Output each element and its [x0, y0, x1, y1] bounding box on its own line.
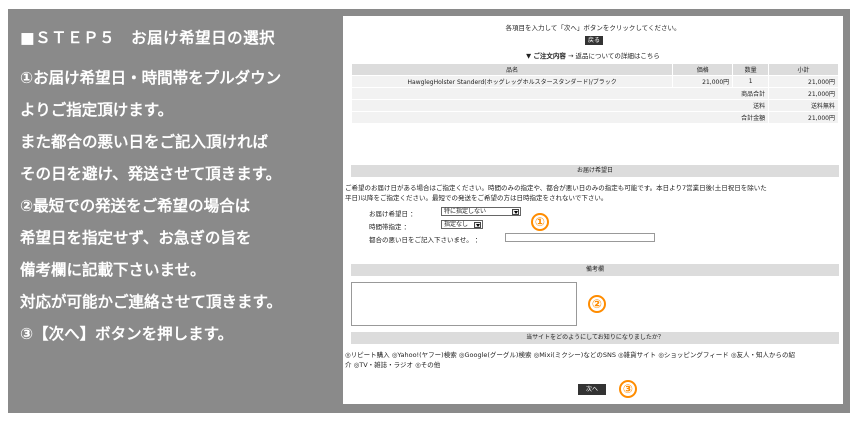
summary-row: 合計金額 21,000円: [350, 111, 839, 124]
instruction-line: ③【次へ】ボタンを押します。: [20, 325, 234, 343]
header-qty: 数量: [732, 63, 770, 76]
delivery-heading: お届け希望日: [351, 165, 839, 177]
step-title: ■ＳＴＥＰ５ お届け希望日の選択: [20, 29, 276, 47]
bad-day-input[interactable]: [505, 233, 655, 242]
bad-day-label: 都合の悪い日をご記入下さいませ。 ：: [369, 236, 482, 244]
summary-label: 合計金額: [350, 111, 770, 124]
left-instructions: ■ＳＴＥＰ５ お届け希望日の選択 ①お届け希望日・時間帯をプルダウン よりご指定…: [8, 9, 338, 413]
return-policy-link[interactable]: → 返品についての詳細はこちら: [568, 52, 660, 60]
item-name: HawglegHolster Standerd(ホッグレッグホルスタースタンダー…: [350, 75, 674, 88]
summary-value: 21,000円: [768, 111, 839, 124]
instruction-line: また都合の悪い日をご記入頂ければ: [20, 133, 269, 151]
summary-value: 送料無料: [768, 99, 839, 112]
survey-options[interactable]: ◎リピート購入 ◎Yahoo!(ヤフー)検索 ◎Google(グーグル)検索 ◎…: [345, 349, 841, 359]
dropdown-arrow-icon: [512, 209, 519, 215]
instruction-panel: ■ＳＴＥＰ５ お届け希望日の選択 ①お届け希望日・時間帯をプルダウン よりご指定…: [8, 9, 850, 413]
survey-options[interactable]: 介 ◎TV・雑誌・ラジオ ◎その他: [345, 359, 841, 369]
time-label: 時間帯指定 ：: [369, 223, 411, 231]
item-qty: 1: [732, 75, 770, 88]
table-row: HawglegHolster Standerd(ホッグレッグホルスタースタンダー…: [350, 75, 839, 88]
survey-heading: 当サイトをどのようにしてお知りになりましたか？: [351, 332, 839, 344]
delivery-time-select[interactable]: 指定なし: [441, 220, 483, 229]
header-subtotal: 小計: [768, 63, 839, 76]
delivery-date-value: 特に指定しない: [444, 208, 487, 215]
form-instruction: 各項目を入力して「次へ」ボタンをクリックしてください。: [505, 24, 681, 32]
instruction-line: 備考欄に記載下さいませ。: [20, 261, 206, 279]
header-item: 品名: [350, 63, 674, 76]
header-price: 価格: [672, 63, 734, 76]
summary-row: 商品合計 21,000円: [350, 87, 839, 100]
instruction-line: その日を避け、発送させて頂きます。: [20, 165, 282, 183]
dropdown-arrow-icon: [474, 222, 481, 228]
summary-label: 商品合計: [350, 87, 770, 100]
instruction-line: 対応が可能かご連絡させて頂きます。: [20, 293, 282, 311]
summary-row: 送料 送料無料: [350, 99, 839, 112]
item-price: 21,000円: [672, 75, 734, 88]
delivery-date-select[interactable]: 特に指定しない: [441, 207, 521, 216]
date-label: お届け希望日 ：: [369, 210, 417, 218]
delivery-time-value: 指定なし: [444, 221, 469, 228]
instruction-line: よりご指定頂けます。: [20, 101, 174, 119]
order-heading: ▼ ご注文内容: [526, 52, 566, 60]
step-marker-3: ③: [619, 380, 637, 398]
delivery-note: ご希望のお届け日がある場合はご指定ください。時間のみの指定や、都合が悪い日のみの…: [345, 184, 767, 192]
instruction-line: ②最短での発送をご希望の場合は: [20, 197, 251, 215]
remarks-heading: 備考欄: [351, 264, 839, 276]
remarks-textarea[interactable]: [351, 282, 577, 326]
next-button[interactable]: 次へ: [578, 384, 606, 395]
item-subtotal: 21,000円: [768, 75, 839, 88]
step-marker-2: ②: [588, 295, 606, 313]
back-button[interactable]: 戻る: [585, 36, 603, 45]
summary-label: 送料: [350, 99, 770, 112]
instruction-line: ①お届け希望日・時間帯をプルダウン: [20, 69, 282, 87]
order-table: 品名 価格 数量 小計 HawglegHolster Standerd(ホッグレ…: [350, 63, 839, 124]
instruction-line: 希望日を指定せず、お急ぎの旨を: [20, 229, 252, 247]
summary-value: 21,000円: [768, 87, 839, 100]
delivery-note: 平日)以降をご指定ください。最短での発送をご希望の方は日時指定をされないで下さい…: [345, 194, 608, 202]
order-form-screenshot: 各項目を入力して「次へ」ボタンをクリックしてください。 戻る ▼ ご注文内容 →…: [343, 16, 843, 404]
order-heading-row: ▼ ご注文内容 → 返品についての詳細はこちら: [343, 50, 843, 60]
table-header-row: 品名 価格 数量 小計: [350, 63, 839, 76]
step-marker-1: ①: [531, 213, 549, 231]
